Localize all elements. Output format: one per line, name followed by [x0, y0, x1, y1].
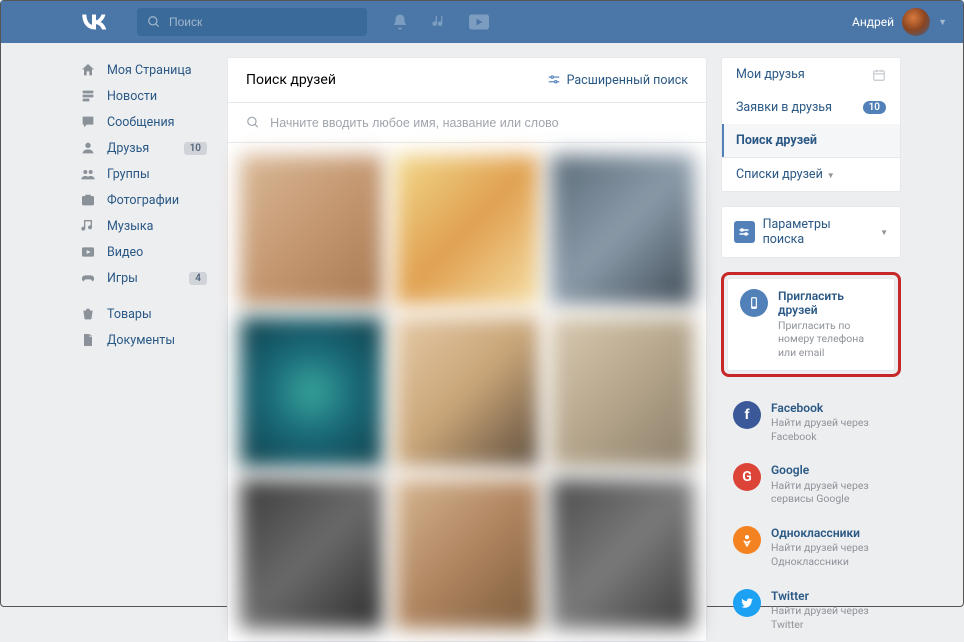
- music-icon[interactable]: [431, 14, 447, 30]
- user-name: Андрей: [852, 15, 894, 29]
- top-header: Андрей ▼: [1, 1, 963, 43]
- nav-item-msg[interactable]: Сообщения: [73, 109, 213, 135]
- market-icon: [79, 306, 97, 322]
- facebook-icon: f: [733, 401, 761, 429]
- tab-friend-requests[interactable]: Заявки в друзья 10: [722, 91, 900, 124]
- vk-logo[interactable]: [79, 7, 109, 37]
- nav-label: Моя Страница: [107, 63, 192, 78]
- phone-icon: [740, 289, 768, 317]
- chevron-down-icon: ▼: [827, 171, 835, 180]
- result-tile[interactable]: [395, 155, 538, 305]
- result-tile[interactable]: [551, 155, 694, 305]
- nav-item-groups[interactable]: Группы: [73, 161, 213, 187]
- photos-icon: [79, 192, 97, 208]
- nav-label: Музыка: [107, 219, 153, 234]
- docs-icon: [79, 332, 97, 348]
- nav-item-friends[interactable]: Друзья 10: [73, 135, 213, 161]
- nav-label: Товары: [107, 307, 152, 322]
- advanced-search-link[interactable]: Расширенный поиск: [547, 73, 688, 88]
- nav-label: Документы: [107, 333, 175, 348]
- msg-icon: [79, 114, 97, 130]
- chevron-down-icon: ▼: [938, 17, 947, 28]
- import-facebook[interactable]: f FacebookНайти друзей через Facebook: [721, 391, 901, 454]
- home-icon: [79, 62, 97, 78]
- nav-label: Друзья: [107, 141, 149, 156]
- nav-label: Новости: [107, 89, 157, 104]
- chevron-down-icon: ▼: [880, 228, 888, 237]
- nav-item-market[interactable]: Товары: [73, 301, 213, 327]
- nav-label: Сообщения: [107, 115, 175, 130]
- search-params-panel: Параметры поиска ▼: [721, 206, 901, 258]
- sliders-icon: [734, 221, 755, 243]
- search-params-toggle[interactable]: Параметры поиска ▼: [722, 207, 900, 257]
- import-google[interactable]: G GoogleНайти друзей через сервисы Googl…: [721, 453, 901, 516]
- odnoklassniki-icon: [733, 526, 761, 554]
- search-input[interactable]: [169, 15, 357, 29]
- header-icons: [391, 13, 489, 31]
- games-icon: [79, 270, 97, 286]
- nav-label: Группы: [107, 167, 150, 182]
- sliders-icon: [547, 73, 561, 87]
- left-nav: Моя Страница Новости Сообщения Друзья 10 Груп…: [63, 57, 213, 642]
- import-twitter[interactable]: TwitterНайти друзей через Twitter: [721, 579, 901, 642]
- avatar: [902, 8, 930, 36]
- main-panel: Поиск друзей Расширенный поиск: [227, 57, 707, 642]
- nav-item-photos[interactable]: Фотографии: [73, 187, 213, 213]
- nav-label: Видео: [107, 245, 143, 260]
- result-tile[interactable]: [395, 317, 538, 467]
- google-icon: G: [733, 463, 761, 491]
- right-sidebar: Мои друзья Заявки в друзья 10 Поиск друз…: [721, 57, 901, 642]
- tab-friend-lists[interactable]: Списки друзей▼: [722, 158, 900, 191]
- import-odnoklassniki[interactable]: ОдноклассникиНайти друзей через Одноклас…: [721, 516, 901, 579]
- invite-friends-button[interactable]: Пригласить друзей Пригласить по номеру т…: [728, 279, 894, 370]
- result-tile[interactable]: [551, 317, 694, 467]
- page-title: Поиск друзей: [246, 72, 336, 88]
- nav-label: Фотографии: [107, 193, 179, 208]
- tab-search-friends[interactable]: Поиск друзей: [722, 124, 900, 157]
- requests-badge: 10: [863, 101, 886, 114]
- news-icon: [79, 88, 97, 104]
- nav-item-games[interactable]: Игры 4: [73, 265, 213, 291]
- nav-item-video[interactable]: Видео: [73, 239, 213, 265]
- friends-icon: [79, 140, 97, 156]
- friends-search-input[interactable]: [270, 116, 688, 130]
- header-search[interactable]: [137, 8, 367, 36]
- video-icon: [79, 244, 97, 260]
- nav-item-home[interactable]: Моя Страница: [73, 57, 213, 83]
- user-menu[interactable]: Андрей ▼: [852, 8, 947, 36]
- tab-my-friends[interactable]: Мои друзья: [722, 58, 900, 91]
- music-icon: [79, 218, 97, 234]
- search-icon: [246, 115, 260, 130]
- nav-item-news[interactable]: Новости: [73, 83, 213, 109]
- result-tile[interactable]: [240, 155, 383, 305]
- invite-highlight: Пригласить друзей Пригласить по номеру т…: [721, 272, 901, 377]
- nav-badge: 4: [189, 272, 207, 285]
- import-panel: f FacebookНайти друзей через Facebook G …: [721, 391, 901, 642]
- play-icon[interactable]: [469, 14, 489, 30]
- nav-item-docs[interactable]: Документы: [73, 327, 213, 353]
- groups-icon: [79, 166, 97, 182]
- search-icon: [147, 15, 161, 29]
- notifications-icon[interactable]: [391, 13, 409, 31]
- nav-label: Игры: [107, 271, 138, 286]
- result-tile[interactable]: [240, 317, 383, 467]
- results-grid: [228, 143, 706, 641]
- calendar-icon: [872, 68, 886, 82]
- nav-badge: 10: [184, 142, 207, 155]
- twitter-icon: [733, 589, 761, 617]
- tabs-panel: Мои друзья Заявки в друзья 10 Поиск друз…: [721, 57, 901, 192]
- nav-item-music[interactable]: Музыка: [73, 213, 213, 239]
